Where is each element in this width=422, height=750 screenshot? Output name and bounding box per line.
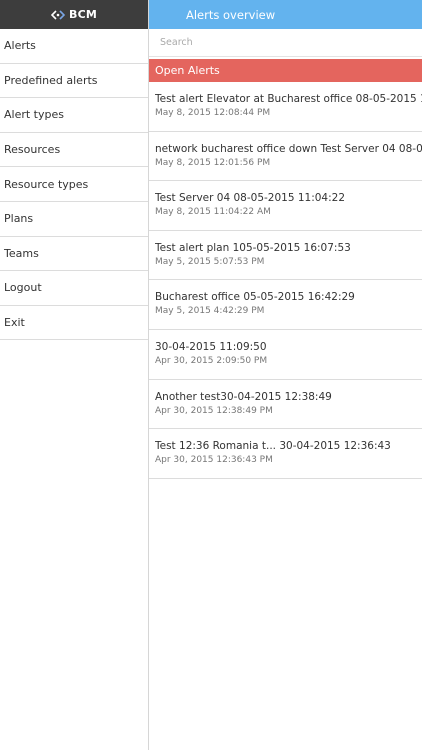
sidebar-item-label: Alerts (4, 39, 36, 53)
open-alerts-header: Open Alerts (149, 59, 422, 82)
alert-title: Another test30-04-2015 12:38:49 (155, 390, 332, 403)
list-item[interactable]: Another test30-04-2015 12:38:49 Apr 30, … (149, 380, 422, 430)
alert-list: Test alert Elevator at Bucharest office … (149, 82, 422, 479)
sidebar-item-label: Teams (4, 246, 39, 260)
sidebar-item-label: Plans (4, 212, 34, 226)
brand-header: BCM (0, 0, 148, 29)
sidebar-item-exit[interactable]: Exit (0, 305, 148, 341)
search-input[interactable] (149, 29, 422, 56)
sidebar-item-teams[interactable]: Teams (0, 236, 148, 272)
sidebar-item-label: Resource types (4, 177, 89, 191)
sidebar: BCM Alerts Predefined alerts Alert types… (0, 0, 149, 750)
alert-title: Test alert Elevator at Bucharest office … (155, 93, 422, 105)
list-item[interactable]: Bucharest office 05-05-2015 16:42:29 May… (149, 280, 422, 330)
page-title: Alerts overview (186, 7, 276, 22)
alert-title: Test Server 04 08-05-2015 11:04:22 (155, 192, 345, 205)
alert-title: Test 12:36 Romania t... 30-04-2015 12:36… (155, 440, 391, 453)
list-item[interactable]: Test alert plan 105-05-2015 16:07:53 May… (149, 231, 422, 281)
sidebar-item-alerts[interactable]: Alerts (0, 29, 148, 64)
search-bar (149, 29, 422, 57)
sidebar-item-plans[interactable]: Plans (0, 201, 148, 237)
alert-title: network bucharest office down Test Serve… (155, 142, 422, 155)
alert-timestamp: Apr 30, 2015 2:09:50 PM (155, 355, 268, 366)
alert-timestamp: May 8, 2015 11:04:22 AM (155, 207, 271, 218)
top-bar: Alerts overview (149, 0, 422, 29)
alert-title: Test alert plan 105-05-2015 16:07:53 (155, 241, 351, 254)
list-item[interactable]: 30-04-2015 11:09:50 Apr 30, 2015 2:09:50… (149, 330, 422, 380)
sidebar-menu: Alerts Predefined alerts Alert types Res… (0, 29, 148, 341)
main-panel: Alerts overview Open Alerts Test alert E… (149, 0, 422, 750)
sidebar-item-alert-types[interactable]: Alert types (0, 98, 148, 133)
alert-timestamp: Apr 30, 2015 12:38:49 PM (155, 405, 273, 416)
bcm-logo-icon (50, 9, 65, 20)
alert-timestamp: Apr 30, 2015 12:36:43 PM (155, 455, 273, 466)
sidebar-item-logout[interactable]: Logout (0, 271, 148, 306)
list-item[interactable]: network bucharest office down Test Serve… (149, 132, 422, 182)
alert-title: Bucharest office 05-05-2015 16:42:29 (155, 291, 355, 304)
alert-timestamp: May 5, 2015 5:07:53 PM (155, 256, 265, 267)
alert-title: 30-04-2015 11:09:50 (155, 340, 267, 353)
section-title: Open Alerts (155, 64, 220, 77)
sidebar-item-label: Predefined alerts (4, 73, 98, 87)
brand-name: BCM (68, 8, 97, 21)
app-window: BCM Alerts Predefined alerts Alert types… (0, 0, 422, 750)
list-item[interactable]: Test Server 04 08-05-2015 11:04:22 May 8… (149, 181, 422, 231)
sidebar-item-label: Alert types (4, 108, 64, 122)
list-item[interactable]: Test 12:36 Romania t... 30-04-2015 12:36… (149, 429, 422, 479)
alert-timestamp: May 8, 2015 12:08:44 PM (155, 108, 271, 118)
sidebar-item-label: Logout (4, 281, 42, 295)
alert-timestamp: May 5, 2015 4:42:29 PM (155, 306, 265, 317)
sidebar-item-predefined-alerts[interactable]: Predefined alerts (0, 63, 148, 99)
sidebar-item-resource-types[interactable]: Resource types (0, 167, 148, 202)
sidebar-item-label: Exit (4, 316, 25, 330)
list-item[interactable]: Test alert Elevator at Bucharest office … (149, 82, 422, 132)
alert-timestamp: May 8, 2015 12:01:56 PM (155, 157, 271, 168)
sidebar-item-resources[interactable]: Resources (0, 132, 148, 168)
sidebar-item-label: Resources (4, 143, 61, 157)
